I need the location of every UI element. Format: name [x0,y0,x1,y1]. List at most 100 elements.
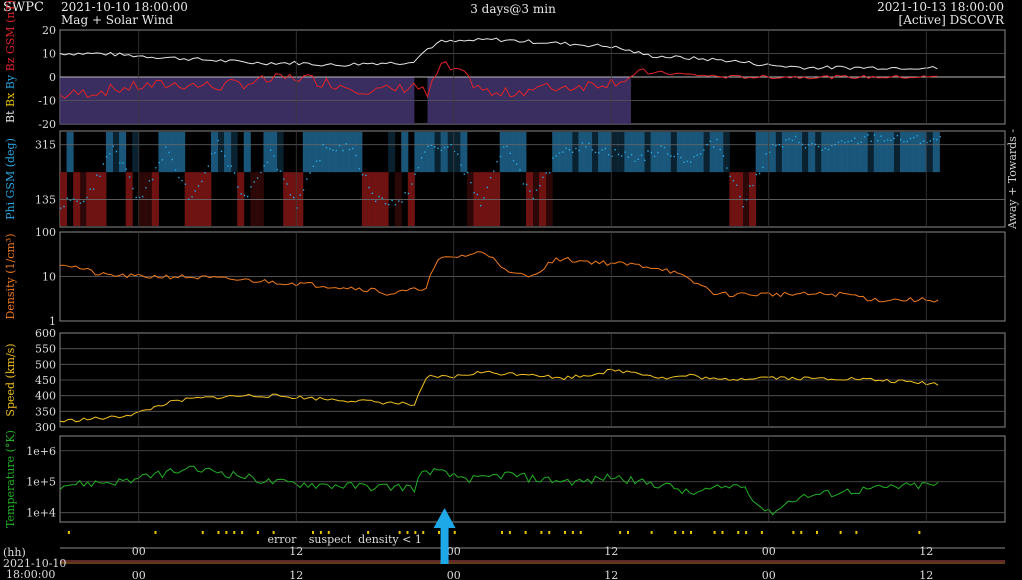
x-tick-label: 00 [762,569,776,580]
sector-band [355,132,363,173]
x-tick-label: 12 [604,545,618,558]
sector-band [709,132,717,173]
quality-flag-mark [737,531,740,534]
sector-band [683,132,691,173]
sector-band [676,132,684,173]
x-tick-label: 12 [289,545,303,558]
sector-band [722,132,730,173]
y-tick-label: 600 [35,327,56,340]
sector-band [585,132,593,173]
sector-band [473,172,481,226]
sector-band [539,172,547,226]
sector-band [808,132,816,173]
sector-band [703,132,711,173]
x-tick-label: 12 [289,569,303,580]
sector-band [847,132,855,173]
x-tick-label: 12 [919,545,933,558]
sector-band [217,132,225,173]
sector-band [86,172,94,226]
sector-band [79,172,87,226]
x-tick-label: 00 [132,569,146,580]
sector-band [329,132,337,173]
quality-flag-mark [217,531,220,534]
sector-band [565,132,573,173]
sector-band [919,132,927,173]
sector-band [466,172,474,226]
sector-band [821,132,829,173]
sector-band [381,172,389,226]
y-axis-label: Bt Bx By Bz GSM (nT) [4,0,17,123]
sector-band [506,132,514,173]
x-tick-label: 00 [132,545,146,558]
quality-flag-mark [508,531,511,534]
quality-flag-mark [453,531,456,534]
y-tick-label: 300 [35,421,56,434]
sector-band [827,132,835,173]
quality-flag-mark [650,531,653,534]
quality-flag-mark [241,531,244,534]
sector-band [191,172,199,226]
x-tick-label: 12 [919,569,933,580]
sector-band [630,132,638,173]
quality-flag-mark [256,531,259,534]
sector-band [99,172,107,226]
quality-flag-mark [816,531,818,534]
quality-legend-item: density < 1 [358,533,422,546]
sector-band [598,132,606,173]
sector-band [775,132,783,173]
y-axis-label-part: Bx [4,92,17,111]
quality-flag-mark [745,531,748,534]
sector-band [873,132,881,173]
quality-flag-mark [524,531,527,534]
y-tick-label: 100 [35,226,56,239]
y-axis-label-part: By [4,74,17,93]
quality-flag-mark [839,531,842,534]
sector-band [368,172,376,226]
quality-legend-item: suspect [309,533,352,546]
sector-band [578,132,586,173]
sector-band [348,132,356,173]
x-tick-label: 00 [447,545,461,558]
sector-band [92,172,100,226]
sector-band [60,172,68,226]
x-tick-label: 12 [604,569,618,580]
quality-flag-mark [918,531,921,534]
sector-band [289,172,297,226]
sector-band [210,132,218,173]
sector-band [762,132,770,173]
quality-flag-mark [579,531,582,534]
sector-band [499,132,507,173]
quality-flag-mark [564,531,566,534]
y-tick-label: 135 [35,194,56,207]
quality-flag-mark [233,531,236,534]
sector-band [749,172,757,226]
y-tick-label: 400 [35,390,56,403]
sector-band [388,132,396,173]
sector-band [276,132,284,173]
sector-band [237,172,245,226]
y-tick-label: -20 [38,118,56,131]
sector-band [735,172,743,226]
y-tick-label: 1e+5 [26,476,56,489]
sector-band [926,132,934,173]
sector-band [493,172,501,226]
quality-flag-mark [571,531,574,534]
sector-band [315,132,323,173]
y-axis-label: Speed (km/s) [4,343,17,416]
quality-flag-mark [225,531,228,534]
sector-band [900,132,908,173]
sector-band [322,132,330,173]
sector-band [663,132,671,173]
y-tick-label: 450 [35,374,56,387]
quality-flag-mark [721,531,724,534]
solar-wind-plot: 20100-10-20Bt Bx By Bz GSM (nT)315135Phi… [3,0,1019,580]
quality-flag-mark [201,531,204,534]
quality-flag-mark [674,531,677,534]
sector-band [644,132,652,173]
sector-band [401,132,409,173]
sector-band [519,132,527,173]
y-tick-label: 20 [42,24,56,37]
quality-flag-mark [501,531,503,534]
sector-band [637,132,645,173]
sector-band [204,172,212,226]
